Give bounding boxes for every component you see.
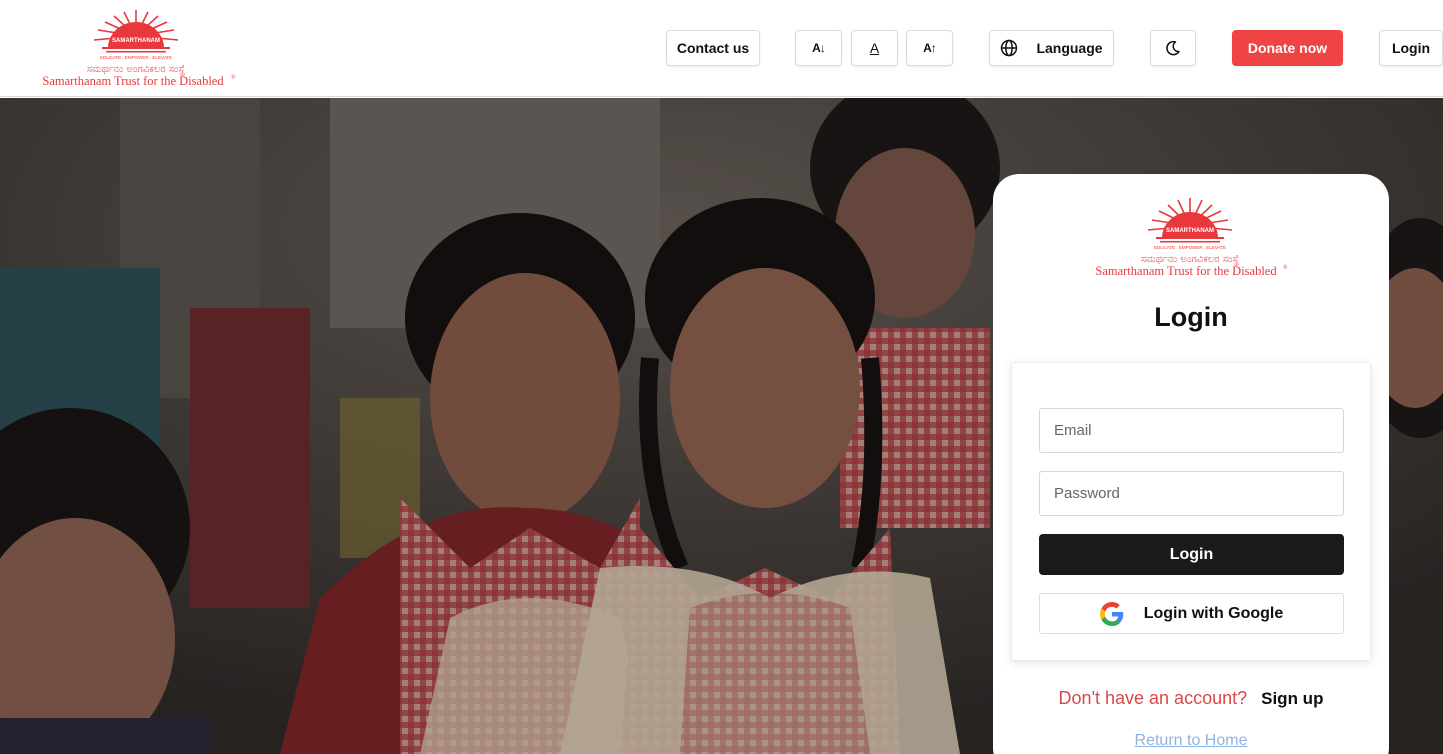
signup-question: Don't have an account? [1058, 688, 1248, 708]
login-form: Login Login with Google [1011, 362, 1371, 661]
header-login-label: Login [1391, 40, 1431, 56]
brand-arc-text: SAMARTHANAM [112, 38, 160, 44]
login-title: Login [1154, 302, 1228, 332]
font-decrease-icon: A↓ [812, 41, 826, 55]
font-increase-button[interactable]: A↑ [906, 30, 953, 66]
card-brand-tagline: EDUCATE . EMPOWER . ELEVATE [1154, 245, 1226, 250]
card-brand-logo: SAMARTHANAM EDUCATE . EMPOWER . ELEVATE … [1090, 196, 1290, 280]
font-normal-button[interactable]: A [851, 30, 898, 66]
language-button[interactable]: Language [989, 30, 1114, 66]
donate-label: Donate now [1247, 40, 1328, 56]
brand-english: Samarthanam Trust for the Disabled [42, 74, 224, 88]
google-icon [1099, 601, 1123, 626]
font-decrease-button[interactable]: A↓ [795, 30, 842, 66]
donate-button[interactable]: Donate now [1232, 30, 1343, 66]
font-increase-icon: A↑ [923, 41, 937, 55]
card-brand-arc-text: SAMARTHANAM [1166, 228, 1214, 234]
email-input[interactable] [1039, 408, 1344, 453]
contact-us-button[interactable]: Contact us [666, 30, 760, 66]
top-header: SAMARTHANAM EDUCATE . EMPOWER . ELEVATE … [0, 0, 1443, 97]
brand-logo[interactable]: SAMARTHANAM EDUCATE . EMPOWER . ELEVATE … [36, 8, 236, 90]
brand-tagline: EDUCATE . EMPOWER . ELEVATE [100, 55, 172, 60]
card-brand-english: Samarthanam Trust for the Disabled [1095, 264, 1277, 278]
login-submit-button[interactable]: Login [1039, 534, 1344, 575]
moon-icon [1166, 40, 1180, 56]
header-login-button[interactable]: Login [1379, 30, 1443, 66]
password-input[interactable] [1039, 471, 1344, 516]
google-login-button[interactable]: Login with Google [1039, 593, 1344, 634]
card-brand-registered: ® [1283, 264, 1288, 271]
theme-toggle-button[interactable] [1150, 30, 1196, 66]
google-login-label: Login with Google [1143, 604, 1284, 622]
contact-us-label: Contact us [676, 40, 750, 56]
login-submit-label: Login [1169, 545, 1214, 563]
language-label: Language [1036, 40, 1103, 56]
return-home-link[interactable]: Return to Home [993, 732, 1389, 750]
signup-row: Don't have an account? Sign up [993, 688, 1389, 709]
font-normal-icon: A [869, 40, 880, 56]
signup-link[interactable]: Sign up [1261, 689, 1323, 708]
login-card: SAMARTHANAM EDUCATE . EMPOWER . ELEVATE … [993, 174, 1389, 754]
globe-icon [1001, 39, 1018, 57]
brand-registered: ® [231, 74, 236, 81]
